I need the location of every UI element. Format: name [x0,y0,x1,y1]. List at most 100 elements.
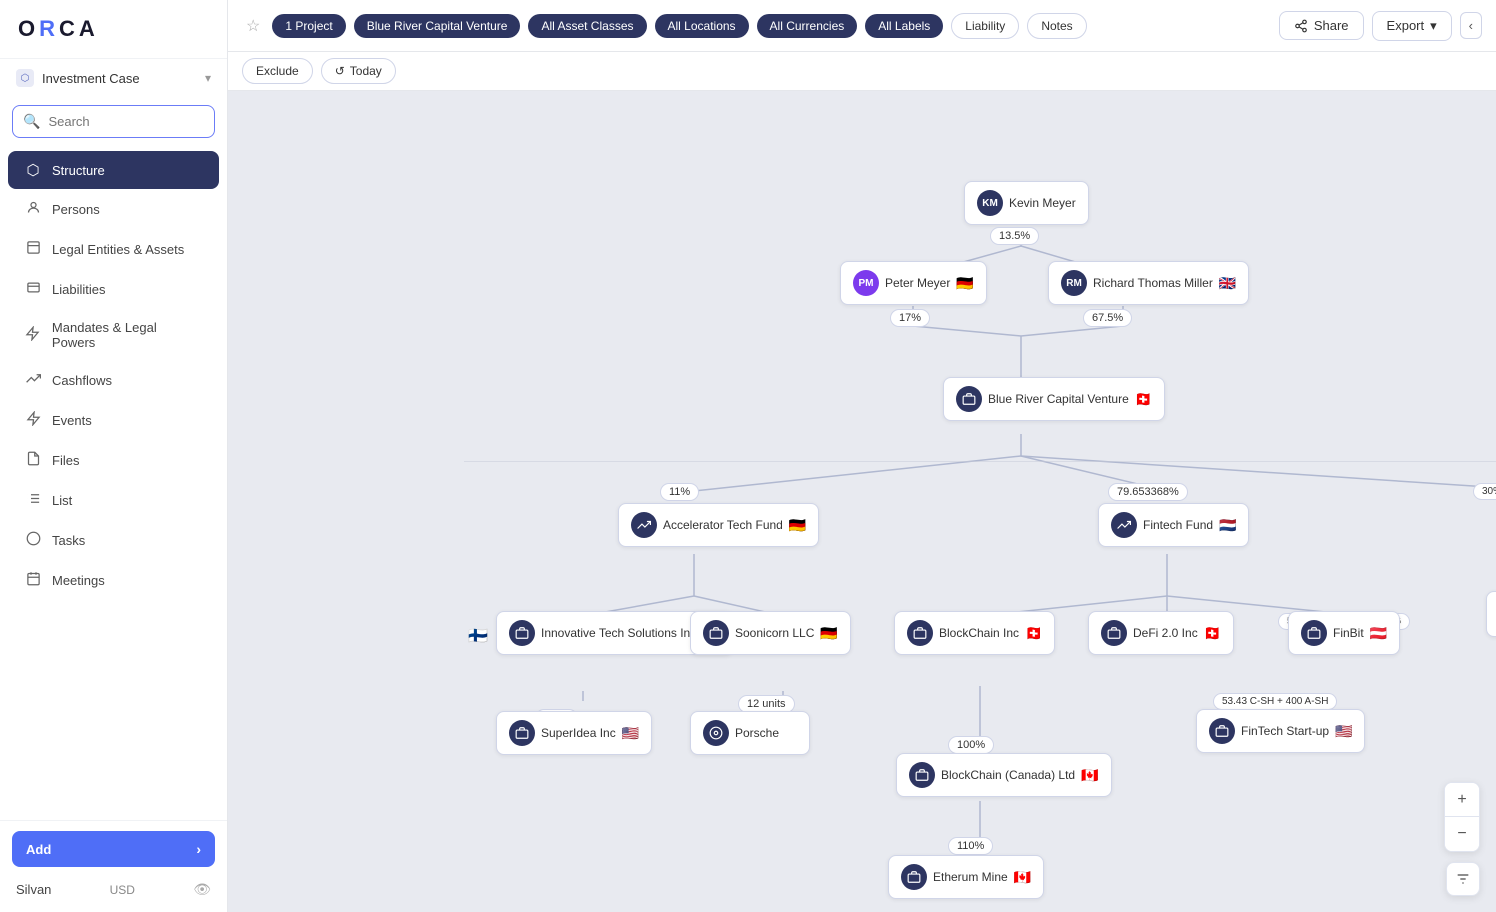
export-button[interactable]: Export ▾ [1372,11,1452,41]
blockchain-inc-flag: 🇨🇭 [1025,625,1042,642]
fintech-startup-flag: 🇺🇸 [1335,723,1352,740]
defi-label: DeFi 2.0 Inc [1133,626,1198,640]
blue-river-icon [956,386,982,412]
blockchain-inc-label: BlockChain Inc [939,626,1019,640]
node-accelerator[interactable]: Accelerator Tech Fund 🇩🇪 [618,503,819,547]
liabilities-icon [24,280,42,299]
sidebar-item-liabilities[interactable]: Liabilities [8,270,219,309]
add-button[interactable]: Add › [12,831,215,867]
sidebar-item-liabilities-label: Liabilities [52,282,105,297]
share-icon [1294,19,1308,33]
superidea-icon [509,720,535,746]
node-kevin-meyer[interactable]: KM Kevin Meyer [964,181,1089,225]
sidebar-item-cashflows[interactable]: Cashflows [8,361,219,400]
nav-section: ⬡ Structure Persons Legal Entities & Ass… [0,146,227,820]
node-defi[interactable]: DeFi 2.0 Inc 🇨🇭 [1088,611,1234,655]
soonicorn-label: Soonicorn LLC [735,626,814,640]
blockchain-canada-label: BlockChain (Canada) Ltd [941,768,1075,782]
finbit-flag: 🇦🇹 [1370,625,1387,642]
zoom-controls: + − [1444,782,1480,852]
node-finbit[interactable]: FinBit 🇦🇹 [1288,611,1400,655]
mandates-icon [24,326,42,345]
zoom-out-button[interactable]: − [1445,817,1479,851]
finbit-icon [1301,620,1327,646]
sidebar-item-structure[interactable]: ⬡ Structure [8,151,219,189]
add-button-label: Add [26,842,51,857]
persons-icon [24,200,42,219]
node-fintech-startup[interactable]: FinTech Start-up 🇺🇸 [1196,709,1365,753]
sidebar-item-legal-entities[interactable]: Legal Entities & Assets [8,230,219,269]
sidebar-item-persons-label: Persons [52,202,100,217]
toolbar2: Exclude ↺ Today [228,52,1496,91]
today-button[interactable]: ↺ Today [321,58,396,84]
investment-case-selector[interactable]: ⬡ Investment Case ▾ [0,58,227,97]
left-side-flag: 🇫🇮 [468,626,488,646]
liability-chip[interactable]: Liability [951,13,1019,39]
blockchain-canada-percentage-badge: 100% [948,736,994,754]
node-porsche[interactable]: Porsche [690,711,810,755]
labels-chip[interactable]: All Labels [865,14,943,38]
porsche-icon [703,720,729,746]
node-peter-meyer[interactable]: PM Peter Meyer 🇩🇪 [840,261,987,305]
porsche-label: Porsche [735,726,779,740]
meetings-icon [24,571,42,590]
canvas[interactable]: KM Kevin Meyer 13.5% PM Peter Meyer 🇩🇪 1… [228,91,1496,912]
node-etherum[interactable]: Etherum Mine 🇨🇦 [888,855,1044,899]
sidebar-item-events-label: Events [52,413,92,428]
structure-icon: ⬡ [24,161,42,179]
etherum-percentage-badge: 110% [948,837,993,855]
locations-chip[interactable]: All Locations [655,14,749,38]
sidebar-item-persons[interactable]: Persons [8,190,219,229]
cashflows-icon [24,371,42,390]
sidebar-item-meetings[interactable]: Meetings [8,561,219,600]
exclude-button[interactable]: Exclude [242,58,313,84]
node-fintech-fund[interactable]: Fintech Fund 🇳🇱 [1098,503,1249,547]
node-soonicorn[interactable]: Soonicorn LLC 🇩🇪 [690,611,851,655]
currencies-chip[interactable]: All Currencies [757,14,858,38]
node-blockchain-canada[interactable]: BlockChain (Canada) Ltd 🇨🇦 [896,753,1112,797]
export-label: Export [1387,18,1425,33]
sidebar-item-tasks[interactable]: Tasks [8,521,219,560]
node-superidea[interactable]: SuperIdea Inc 🇺🇸 [496,711,652,755]
sidebar-item-list[interactable]: List [8,481,219,520]
refresh-icon: ↺ [335,64,345,78]
notes-chip[interactable]: Notes [1027,13,1086,39]
sidebar: ORCA ⬡ Investment Case ▾ 🔍 ⬡ Structure P… [0,0,228,912]
user-row: Silvan USD 👁 [12,877,215,902]
richard-miller-flag: 🇬🇧 [1219,275,1236,292]
sidebar-item-mandates-label: Mandates & Legal Powers [52,320,203,350]
superidea-flag: 🇺🇸 [622,725,639,742]
node-blue-river[interactable]: Blue River Capital Venture 🇨🇭 [943,377,1165,421]
node-richard-miller[interactable]: RM Richard Thomas Miller 🇬🇧 [1048,261,1249,305]
asset-classes-chip[interactable]: All Asset Classes [528,14,646,38]
list-icon [24,491,42,510]
eye-icon[interactable]: 👁 [193,881,211,898]
sidebar-item-files[interactable]: Files [8,441,219,480]
sidebar-footer: Add › Silvan USD 👁 [0,820,227,912]
zoom-in-button[interactable]: + [1445,783,1479,817]
node-blockchain-inc[interactable]: BlockChain Inc 🇨🇭 [894,611,1055,655]
star-button[interactable]: ☆ [242,12,264,40]
fintech-startup-percentage-badge: 53.43 C-SH + 400 A-SH [1213,693,1337,710]
investment-case-icon: ⬡ [16,69,34,87]
project-chip[interactable]: 1 Project [272,14,345,38]
soonicorn-icon [703,620,729,646]
chevron-down-icon: ▾ [205,71,211,85]
node-ubs[interactable]: $ UBS Account BLCV [1486,591,1496,637]
sidebar-item-mandates[interactable]: Mandates & Legal Powers [8,310,219,360]
superidea-label: SuperIdea Inc [541,726,616,740]
logo-text: ORCA [18,16,99,42]
blockchain-canada-icon [909,762,935,788]
toolbar-right: Share Export ▾ ‹ [1279,11,1482,41]
accelerator-flag: 🇩🇪 [789,517,806,534]
peter-meyer-avatar: PM [853,270,879,296]
defi-flag: 🇨🇭 [1204,625,1221,642]
venture-chip[interactable]: Blue River Capital Venture [354,14,521,38]
nav-arrow-button[interactable]: ‹ [1460,12,1482,39]
blue-river-flag: 🇨🇭 [1135,391,1152,408]
sidebar-item-events[interactable]: Events [8,401,219,440]
files-icon [24,451,42,470]
filter-button[interactable] [1446,862,1480,896]
share-button[interactable]: Share [1279,11,1364,40]
search-input[interactable] [48,114,204,129]
